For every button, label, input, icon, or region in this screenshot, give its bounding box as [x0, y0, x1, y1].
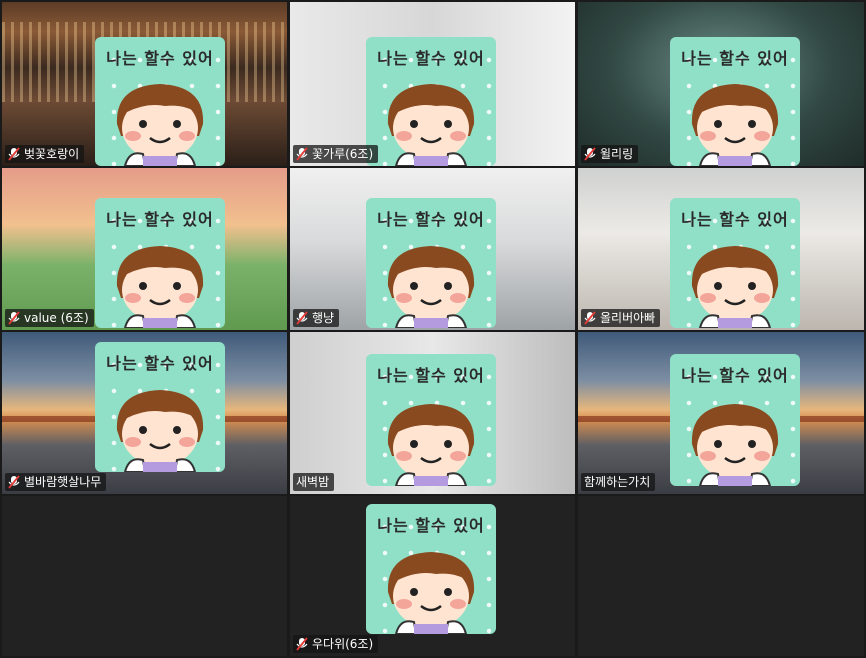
video-grid: 나는 할수 있어 벚꽃호랑이 나는 할수 있어 꽃가루(6조) 나는 할수 있어… — [0, 0, 866, 658]
sticker-caption: 나는 할수 있어 — [377, 210, 485, 229]
participant-tile[interactable]: 나는 할수 있어 벚꽃호랑이 — [2, 2, 287, 166]
sticker-caption: 나는 할수 있어 — [681, 366, 789, 385]
empty-tile — [2, 496, 287, 656]
participant-name-label: 우다위(6조) — [293, 635, 379, 653]
sticker-caption: 나는 할수 있어 — [681, 210, 789, 229]
girl-face-icon — [387, 404, 475, 486]
participant-name: 새벽밤 — [296, 475, 330, 489]
participant-tile[interactable]: 나는 할수 있어 새벽밤 — [290, 332, 575, 494]
participant-tile[interactable]: 나는 할수 있어 꽃가루(6조) — [290, 2, 575, 166]
participant-name: 행냥 — [312, 311, 335, 325]
participant-name-label: 행냥 — [293, 309, 340, 327]
sticker-caption: 나는 할수 있어 — [106, 210, 214, 229]
mic-muted-icon — [8, 311, 20, 325]
participant-tile[interactable]: 나는 할수 있어 우다위(6조) — [290, 496, 575, 656]
participant-name: 올리버아빠 — [600, 311, 656, 325]
empty-tile — [578, 496, 864, 656]
avatar-sticker: 나는 할수 있어 — [366, 37, 496, 166]
participant-name: value (6조) — [24, 311, 89, 325]
participant-name-label: 올리버아빠 — [581, 309, 661, 327]
girl-face-icon — [116, 246, 204, 328]
participant-name-label: 꽃가루(6조) — [293, 145, 379, 163]
participant-name: 우다위(6조) — [312, 637, 374, 651]
participant-name-label: 함께하는가치 — [581, 473, 656, 491]
participant-name-label: 윌리링 — [581, 145, 639, 163]
participant-name: 윌리링 — [600, 147, 634, 161]
mic-muted-icon — [296, 147, 308, 161]
mic-muted-icon — [584, 147, 596, 161]
participant-tile[interactable]: 나는 할수 있어 value (6조) — [2, 168, 287, 330]
girl-face-icon — [691, 246, 779, 328]
girl-face-icon — [116, 84, 204, 166]
girl-face-icon — [691, 84, 779, 166]
avatar-sticker: 나는 할수 있어 — [95, 37, 225, 166]
avatar-sticker: 나는 할수 있어 — [670, 37, 800, 166]
avatar-sticker: 나는 할수 있어 — [670, 354, 800, 486]
sticker-caption: 나는 할수 있어 — [377, 516, 485, 535]
participant-name: 꽃가루(6조) — [312, 147, 374, 161]
participant-tile[interactable]: 나는 할수 있어 올리버아빠 — [578, 168, 864, 330]
girl-face-icon — [387, 84, 475, 166]
mic-muted-icon — [584, 311, 596, 325]
girl-face-icon — [387, 552, 475, 634]
participant-tile[interactable]: 나는 할수 있어 별바람햇살나무 — [2, 332, 287, 494]
avatar-sticker: 나는 할수 있어 — [366, 504, 496, 634]
avatar-sticker: 나는 할수 있어 — [95, 342, 225, 472]
participant-tile[interactable]: 나는 할수 있어 윌리링 — [578, 2, 864, 166]
girl-face-icon — [387, 246, 475, 328]
mic-muted-icon — [296, 637, 308, 651]
participant-name: 벚꽃호랑이 — [24, 147, 80, 161]
girl-face-icon — [691, 404, 779, 486]
participant-name-label: 새벽밤 — [293, 473, 335, 491]
girl-face-icon — [116, 390, 204, 472]
sticker-caption: 나는 할수 있어 — [377, 366, 485, 385]
mic-muted-icon — [296, 311, 308, 325]
avatar-sticker: 나는 할수 있어 — [366, 198, 496, 328]
participant-name-label: value (6조) — [5, 309, 94, 327]
participant-name-label: 벚꽃호랑이 — [5, 145, 85, 163]
avatar-sticker: 나는 할수 있어 — [670, 198, 800, 328]
participant-tile[interactable]: 나는 할수 있어 행냥 — [290, 168, 575, 330]
participant-tile-active-speaker[interactable]: 나는 할수 있어 함께하는가치 — [578, 332, 864, 494]
avatar-sticker: 나는 할수 있어 — [95, 198, 225, 328]
mic-muted-icon — [8, 475, 20, 489]
sticker-caption: 나는 할수 있어 — [106, 354, 214, 373]
mic-muted-icon — [8, 147, 20, 161]
participant-name: 함께하는가치 — [584, 475, 651, 489]
avatar-sticker: 나는 할수 있어 — [366, 354, 496, 486]
participant-name-label: 별바람햇살나무 — [5, 473, 107, 491]
participant-name: 별바람햇살나무 — [24, 475, 102, 489]
